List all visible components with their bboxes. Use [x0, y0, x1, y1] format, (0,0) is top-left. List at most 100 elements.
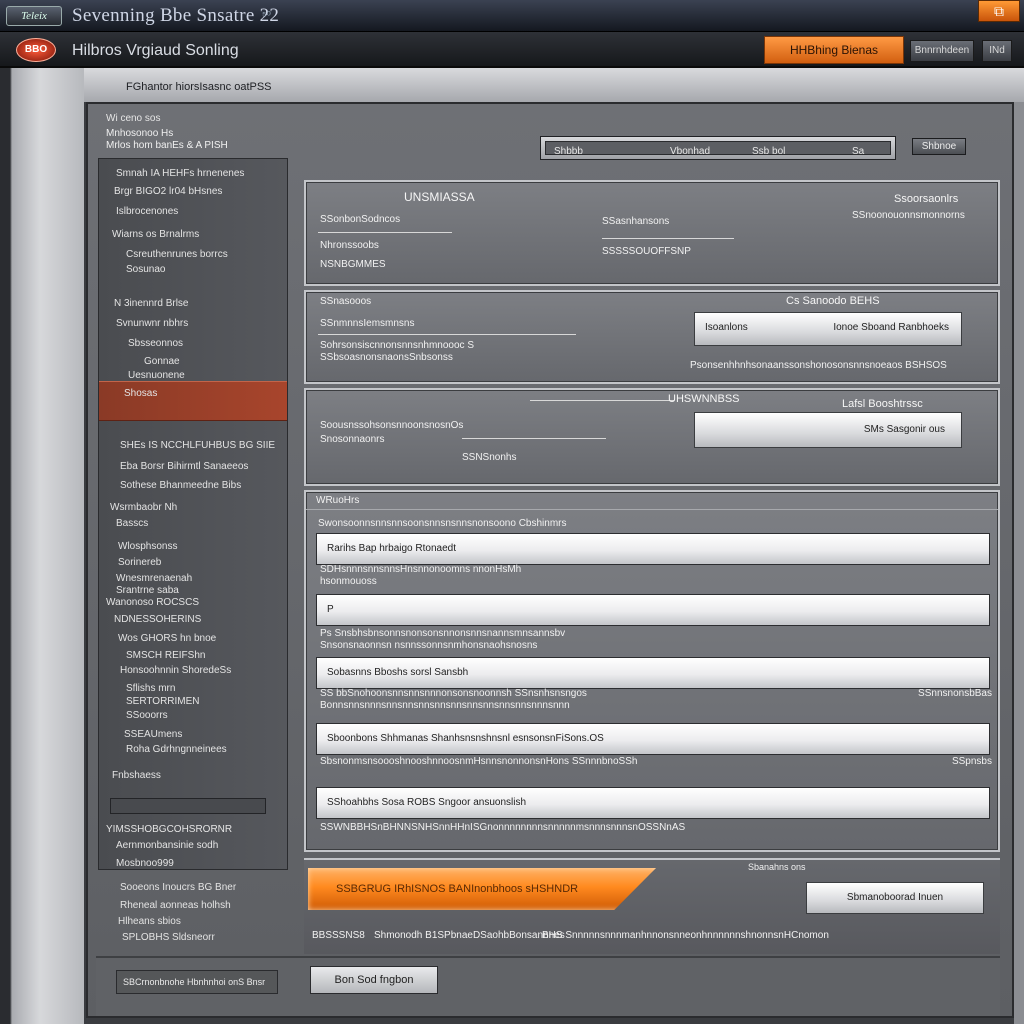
app-logo: BBO [16, 38, 56, 62]
sidebar-item[interactable]: Shosas [124, 388, 157, 399]
field-caption: SbsnonmsnsoooshnooshnnoosnmHsnnsnonnonsn… [320, 756, 638, 767]
sidebar-item[interactable]: Wiarns os Brnalrms [112, 229, 199, 240]
panel-title: UHSWNNBSS [668, 393, 740, 405]
window-close-button[interactable]: ⧉ [978, 0, 1020, 22]
sidebar-subheader: Mnhosonoo Hs [106, 128, 174, 139]
progress-label: SSBGRUG IRhISNOS BANInonbhoos sHSHNDR [336, 883, 579, 895]
form-input[interactable]: Sboonbons Shhmanas Shanhsnsnshnsnl esnso… [316, 723, 990, 755]
sidebar-item[interactable]: SSEAUmens [124, 729, 182, 740]
left-frame [0, 68, 84, 1024]
sidebar-item[interactable]: Wsrmbaobr Nh [110, 502, 177, 513]
sidebar-footer-item[interactable]: YIMSSHOBGCOHSRORNR [106, 824, 232, 835]
form-input[interactable]: Sobasnns Bboshs sorsl Sansbh [316, 657, 990, 689]
panel-text: SSNSnonhs [462, 452, 517, 463]
sidebar-item[interactable]: Sbsseonnos [128, 338, 183, 349]
sidebar-item[interactable]: Eba Borsr Bihirmtl Sanaeeos [120, 461, 248, 472]
sidebar-filter-input[interactable] [110, 798, 266, 814]
header-button-small[interactable]: INd [982, 40, 1012, 62]
panel-right-title: Lafsl Booshtrssc [842, 398, 923, 410]
field-label: SSSSSOUOFFSNP [602, 246, 691, 257]
sidebar-item[interactable]: Sosunao [126, 264, 165, 275]
lookup-button[interactable]: Isoanlons Ionoe Sboand Ranbhoeks [694, 312, 962, 346]
app-title: Hilbros Vrgiaud Sonling [72, 42, 239, 59]
divider [318, 334, 576, 335]
sidebar-item[interactable]: SERTORRIMEN [126, 696, 200, 707]
field-caption: Bonnsnnsnnnsnnsnnsnnsnnsnnsnnsnnsnnsnnsn… [320, 700, 570, 711]
form-input[interactable]: Rarihs Bap hrbaigo Rtonaedt [316, 533, 990, 565]
sidebar-item[interactable]: Wanonoso ROCSCS [106, 597, 199, 608]
sidebar-item[interactable]: Sorinereb [118, 557, 161, 568]
field-caption: SDHsnnnsnnsnnsHnsnnonoomns nnonHsMh [320, 564, 522, 575]
footer-button[interactable]: Bon Sod fngbon [310, 966, 438, 994]
panel-right-subtitle: SSnoonouonnsmonnorns [852, 210, 965, 221]
options-button[interactable]: SMs Sasgonir ous [694, 412, 962, 448]
panel-text: SSnmnnsIemsmnsns [320, 318, 415, 329]
sidebar-item[interactable]: Wos GHORS hn bnoe [118, 633, 216, 644]
sidebar-item[interactable]: Wnesmrenaenah [116, 573, 192, 584]
sidebar-item[interactable]: Roha Gdrhngnneinees [126, 744, 227, 755]
sidebar-footer-item[interactable]: Hlheans sbios [118, 916, 181, 927]
sidebar-subheader-2: Mrlos hom banEs & A PISH [106, 140, 228, 151]
panel-text: Snosonnaonrs [320, 434, 385, 445]
app-icon: Teleix [6, 6, 62, 26]
search-segment: Sa [852, 146, 865, 157]
panel-right-title: Cs Sanoodo BEHS [786, 295, 880, 307]
sidebar-item[interactable]: Basscs [116, 518, 148, 529]
button-label: Isoanlons [705, 322, 748, 333]
sidebar-item[interactable]: Fnbshaess [112, 770, 161, 781]
field-label: SSasnhansons [602, 216, 670, 227]
header-button-secondary[interactable]: Bnnrnhdeen [910, 40, 974, 62]
panel-text: Sohrsonsiscnnonsnnsnhmnoooc S [320, 340, 474, 351]
sidebar-item[interactable]: Gonnae [144, 356, 180, 367]
sidebar-item[interactable]: Uesnuonene [128, 370, 185, 381]
field-caption: hsonmouoss [320, 576, 377, 587]
panel-title: SSnasooos [320, 296, 372, 307]
form-input[interactable]: SShoahbhs Sosa ROBS Sngoor ansuonslish [316, 787, 990, 819]
form-input[interactable]: P [316, 594, 990, 626]
finish-button[interactable]: Sbmanoboorad Inuen [806, 882, 984, 914]
search-segment: Shbbb [554, 146, 583, 157]
sidebar-item[interactable]: Svnunwnr nbhrs [116, 318, 188, 329]
sidebar-item[interactable]: Wlosphsonss [118, 541, 177, 552]
right-frame [1014, 102, 1024, 1024]
sidebar-item[interactable]: Honsoohnnin ShoredeSs [120, 665, 231, 676]
search-button[interactable]: Shbnoe [912, 138, 966, 155]
sidebar-footer-item[interactable]: Aernmonbansinie sodh [116, 840, 218, 851]
sidebar-item[interactable]: Brgr BIGO2 lr04 bHsnes [114, 186, 222, 197]
header-primary-button[interactable]: HHBhing Bienas [764, 36, 904, 64]
sidebar-footer-item[interactable]: Rheneal aonneas holhsh [120, 900, 231, 911]
action-bar-label: Sbanahns ons [748, 862, 806, 872]
sidebar-item[interactable]: Sothese Bhanmeedne Bibs [120, 480, 241, 491]
status-text: BBSSSNS8 [312, 930, 365, 941]
window-title-mark: ⁵⁰ [262, 10, 271, 22]
field-caption: SSWNBBHSnBHNNSNHSnnHHnISGnonnnnnnnnsnnnn… [320, 822, 686, 833]
field-caption: SS bbSnohoonsnnsnnsnnnonsonsnoonnsh SSns… [320, 688, 587, 699]
sidebar-item[interactable]: SSooorrs [126, 710, 168, 721]
divider [462, 438, 606, 439]
search-segment: Ssb bol [752, 146, 786, 157]
restore-icon: ⧉ [994, 3, 1004, 19]
sidebar-footer-item[interactable]: SPLOBHS Sldsneorr [122, 932, 215, 943]
footer-input[interactable]: SBCrnonbnohe Hbnhnhoi onS Bnsr [116, 970, 278, 994]
sidebar-item[interactable]: SHEs IS NCCHLFUHBUS BG SIIE [120, 440, 275, 451]
field-hint: SSnnsnonsbBas [918, 688, 992, 699]
sidebar-item[interactable]: Smnah IA HEHFs hrnenenes [116, 168, 244, 179]
sidebar-item[interactable]: Sflishs mrn [126, 683, 175, 694]
panel-title: UNSMIASSA [404, 190, 475, 204]
sidebar-item[interactable]: SMSCH REIFShn [126, 650, 205, 661]
button-label: Ionoe Sboand Ranbhoeks [833, 322, 949, 333]
sidebar-item[interactable]: NDNESSOHERINS [114, 614, 201, 625]
sidebar-item[interactable]: N 3inennrd Brlse [114, 298, 188, 309]
divider [306, 509, 998, 510]
sidebar-item[interactable]: Csreuthenrunes borrcs [126, 249, 228, 260]
sidebar-item[interactable]: Islbrocenones [116, 206, 178, 217]
sidebar-footer-item[interactable]: Sooeons Inoucrs BG Bner [120, 882, 236, 893]
status-text: Shmonodh B1SPbnaeDSaohbBonsannnes [374, 930, 565, 941]
search-input[interactable]: Shbbb Vbonhad Ssb bol Sa [545, 141, 891, 157]
search-bar[interactable]: Shbbb Vbonhad Ssb bol Sa [540, 136, 896, 160]
sidebar-item[interactable]: Srantrne saba [116, 585, 179, 596]
divider [318, 232, 452, 233]
field-label: NSNBGMMES [320, 259, 386, 270]
sidebar-footer-item[interactable]: Mosbnoo999 [116, 858, 174, 869]
status-text: BHS Snnnnnsnnnmanhnnonsnneonhnnnnnnshnon… [542, 930, 829, 941]
